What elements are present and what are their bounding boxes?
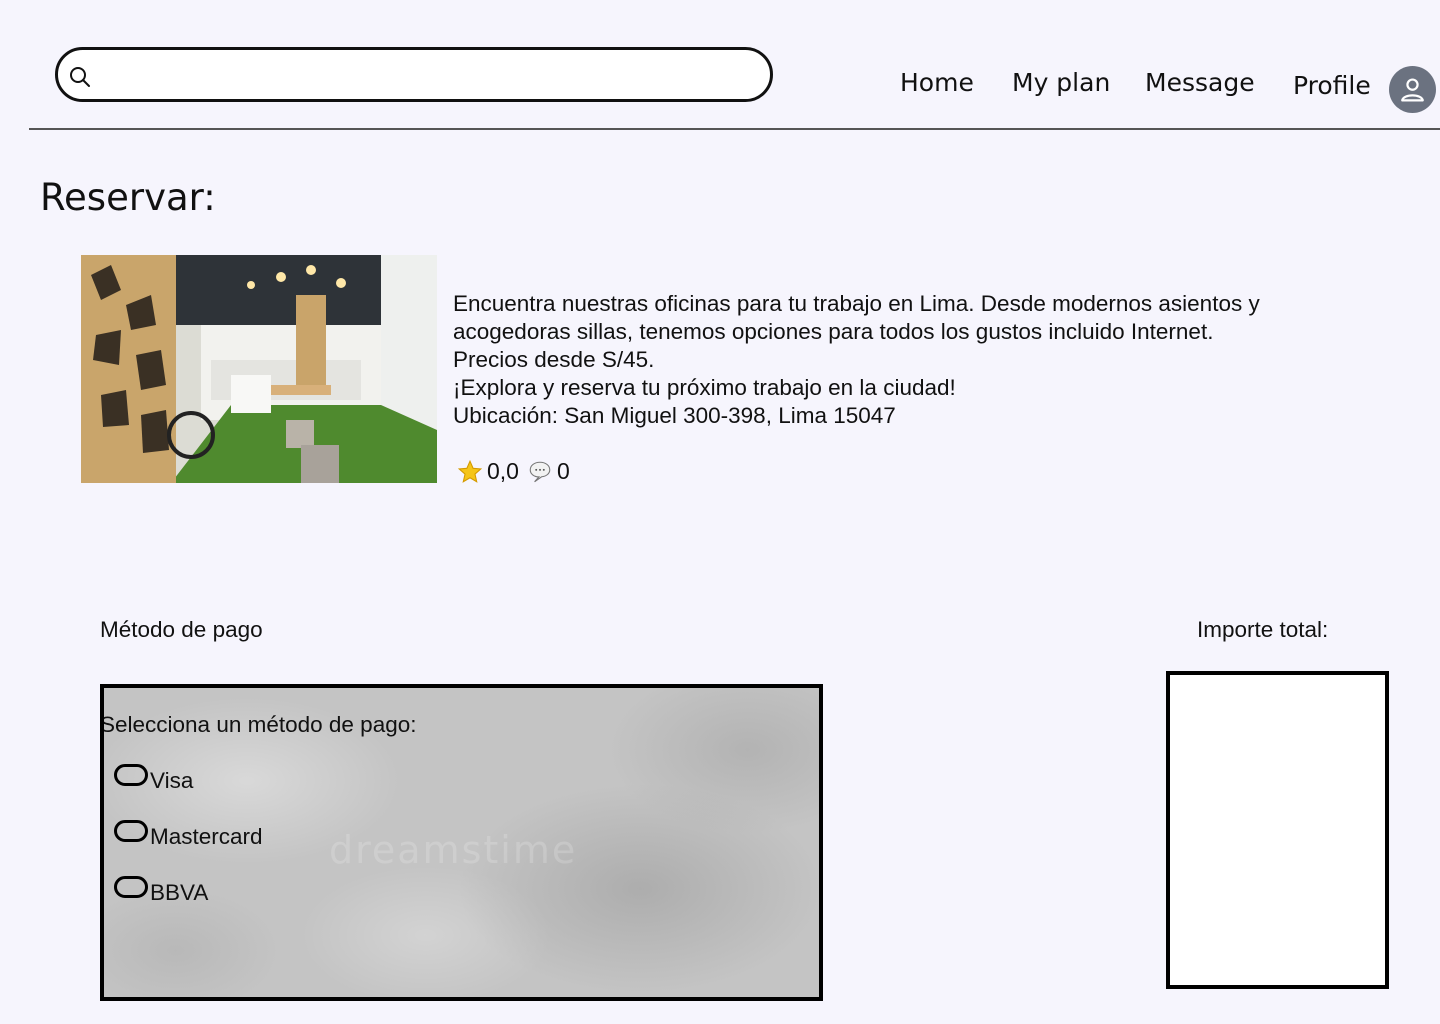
total-amount-box	[1166, 671, 1389, 989]
total-amount-label: Importe total:	[1197, 617, 1329, 642]
payment-prompt: Selecciona un método de pago:	[100, 712, 417, 737]
star-icon	[457, 459, 483, 483]
nav-home[interactable]: Home	[900, 68, 974, 97]
rating-row: 0,0 0	[457, 458, 570, 485]
bbva-radio[interactable]	[114, 876, 148, 898]
option-label: BBVA	[150, 880, 209, 905]
search-input[interactable]	[102, 58, 750, 94]
payment-method-panel: dreamstime Selecciona un método de pago:…	[100, 684, 823, 1001]
description-line: ¡Explora y reserva tu próximo trabajo en…	[453, 375, 956, 400]
speech-bubble-icon	[529, 461, 551, 482]
description-line: Ubicación: San Miguel 300-398, Lima 1504…	[453, 403, 896, 428]
nav-profile[interactable]: Profile	[1293, 71, 1371, 100]
listing-description: Encuentra nuestras oficinas para tu trab…	[453, 290, 1353, 430]
option-label: Mastercard	[150, 824, 263, 849]
avatar[interactable]	[1389, 66, 1436, 113]
payment-option-mastercard[interactable]: Mastercard	[114, 820, 263, 850]
user-icon	[1401, 78, 1424, 102]
payment-option-visa[interactable]: Visa	[114, 764, 194, 794]
visa-radio[interactable]	[114, 764, 148, 786]
watermark-text: dreamstime	[329, 828, 578, 872]
rating-value: 0,0	[487, 458, 519, 484]
payment-option-bbva[interactable]: BBVA	[114, 876, 209, 906]
search-icon	[70, 67, 90, 87]
header-divider	[29, 128, 1440, 130]
description-line: Precios desde S/45.	[453, 347, 655, 372]
nav-my-plan[interactable]: My plan	[1012, 68, 1110, 97]
mastercard-radio[interactable]	[114, 820, 148, 842]
description-line: acogedoras sillas, tenemos opciones para…	[453, 319, 1214, 344]
option-label: Visa	[150, 768, 194, 793]
description-line: Encuentra nuestras oficinas para tu trab…	[453, 291, 1260, 316]
page-title: Reservar:	[40, 176, 216, 219]
comment-count: 0	[556, 458, 570, 484]
payment-method-label: Método de pago	[100, 617, 263, 642]
search-bar[interactable]	[55, 47, 773, 102]
nav-message[interactable]: Message	[1145, 68, 1255, 97]
office-photo	[81, 255, 437, 483]
